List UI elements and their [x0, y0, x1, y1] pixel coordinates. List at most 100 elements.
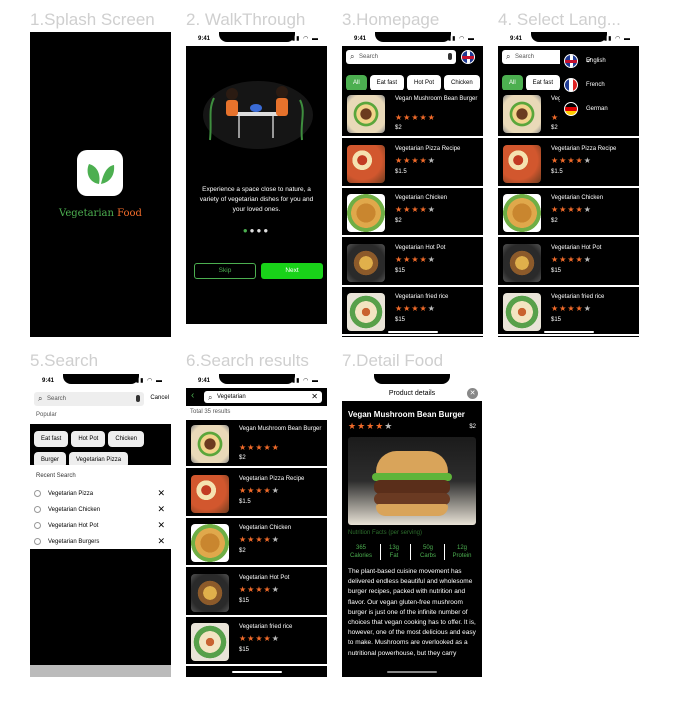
search-icon: ⌕ — [38, 394, 43, 403]
food-card[interactable]: Vegetarian Pizza Recipe ★★★★★ $1.5 — [498, 139, 639, 188]
chip-chicken[interactable]: Chicken — [444, 75, 480, 91]
search-input[interactable]: ⌕ Search — [346, 50, 456, 64]
food-price: $1.5 — [551, 168, 563, 175]
popular-chip[interactable]: Chicken — [108, 431, 145, 447]
close-icon[interactable]: ✕ — [157, 488, 165, 499]
uk-flag-icon — [564, 54, 578, 68]
rating-stars: ★★★★★ — [395, 113, 436, 122]
search-icon: ⌕ — [208, 393, 213, 402]
back-arrow-icon[interactable]: ‹ — [191, 390, 194, 401]
food-price: $15 — [239, 597, 250, 604]
rice-image — [347, 293, 385, 331]
chip-all[interactable]: All — [346, 75, 367, 91]
rating-stars: ★★★★★ — [239, 584, 280, 594]
search-input[interactable]: ⌕ Vegetarian ✕ — [204, 391, 322, 403]
nutrition-calories: 365 Calories — [349, 545, 372, 559]
clock-icon — [34, 490, 41, 497]
rating-stars: ★★★★★ — [551, 254, 592, 264]
chip-all[interactable]: All — [502, 75, 523, 91]
food-price: $1.5 — [395, 168, 407, 175]
product-details-header: Product details — [388, 390, 436, 397]
food-card[interactable]: Vegetarian fried rice ★★★★★ $15 — [498, 288, 639, 336]
label-walkthrough: 2. WalkThrough — [186, 10, 306, 29]
popular-chip[interactable]: Eat fast — [34, 431, 69, 447]
burger-image — [503, 95, 541, 133]
category-chips: All Eat fast Hot Pot Chicken — [346, 71, 483, 91]
rating-stars: ★★★★★ — [239, 634, 280, 643]
food-card[interactable]: Vegetarian Pizza Recipe ★★★★★ $1.5 — [342, 139, 483, 188]
food-title: Vegetarian Chicken — [239, 525, 292, 531]
skip-button[interactable]: Skip — [194, 263, 256, 279]
language-dropdown: English ✓ French German — [560, 46, 636, 120]
close-icon[interactable]: ✕ — [157, 536, 165, 547]
food-price: $15 — [395, 317, 406, 323]
language-option-french[interactable]: French — [564, 73, 632, 97]
close-icon[interactable]: ✕ — [467, 388, 478, 399]
recent-search-title: Recent Search — [36, 473, 76, 479]
food-card[interactable]: Vegetarian Chicken ★★★★★ $2 — [186, 519, 327, 567]
chip-hot-pot[interactable]: Hot Pot — [407, 75, 442, 91]
rating-stars: ★★★★★ — [239, 443, 280, 452]
food-price: $2 — [239, 548, 246, 554]
popular-chip[interactable]: Hot Pot — [71, 431, 106, 447]
next-button[interactable]: Next — [261, 263, 323, 279]
food-card[interactable]: Vegetarian Chicken ★★★★★ $2 — [342, 189, 483, 237]
recent-search-item[interactable]: Vegetarian Burgers ✕ — [34, 535, 167, 551]
walkthrough-text: Experience a space close to nature, a va… — [199, 186, 314, 213]
rating-stars: ★★★★★ — [395, 205, 436, 214]
label-search: 5.Search — [30, 351, 99, 370]
search-input[interactable]: ⌕ Search — [34, 392, 144, 406]
language-option-german[interactable]: German — [564, 97, 632, 121]
recent-search-item[interactable]: Vegetarian Pizza ✕ — [34, 487, 167, 503]
chip-eat-fast[interactable]: Eat fast — [525, 75, 561, 91]
dining-illustration — [203, 81, 313, 149]
close-icon[interactable]: ✕ — [157, 504, 165, 515]
chicken-image — [347, 194, 385, 232]
food-title: Vegetarian Pizza Recipe — [395, 145, 461, 152]
burger-image — [347, 95, 385, 133]
food-price: $2 — [239, 455, 246, 461]
rating-stars: ★★★★★ — [395, 155, 436, 165]
detail-rating: ★★★★★ — [348, 421, 394, 431]
food-title: Vegetarian Chicken — [551, 195, 604, 201]
rating-stars: ★★★★★ — [395, 304, 436, 313]
language-flag-button[interactable] — [461, 50, 475, 64]
language-option-english[interactable]: English ✓ — [564, 49, 632, 73]
rice-image — [191, 623, 229, 661]
recent-search-item[interactable]: Vegetarian Hot Pot ✕ — [34, 519, 167, 535]
food-card[interactable]: Vegan Mushroom Bean Burger ★★★★★ $2 — [186, 420, 327, 468]
food-card[interactable]: Vegetarian Pizza Recipe ★★★★★ $1.5 — [186, 469, 327, 518]
label-splash: 1.Splash Screen — [30, 10, 155, 29]
food-card[interactable]: Vegetarian Chicken ★★★★★ $2 — [498, 189, 639, 237]
food-card[interactable]: Vegetarian Hot Pot ★★★★★ $15 — [498, 238, 639, 287]
food-card[interactable]: Vegan Mushroom Bean Burger ★★★★★ $2 — [342, 90, 483, 138]
cancel-button[interactable]: Cancel — [150, 395, 169, 401]
leaf-icon — [87, 164, 115, 184]
food-price: $15 — [551, 267, 562, 274]
microphone-icon[interactable] — [136, 395, 140, 402]
brand-name: Vegetarian Food — [59, 208, 142, 219]
pizza-image — [347, 144, 385, 183]
close-icon[interactable]: ✕ — [157, 520, 165, 531]
chip-eat-fast[interactable]: Eat fast — [369, 75, 405, 91]
burger-image — [191, 425, 229, 463]
search-icon: ⌕ — [506, 52, 511, 61]
recent-search-item[interactable]: Vegetarian Chicken ✕ — [34, 503, 167, 519]
food-price: $15 — [239, 647, 250, 653]
food-title: Vegetarian fried rice — [551, 294, 605, 300]
nutrition-title: Nutrition Facts (per serving) — [348, 530, 423, 536]
food-card[interactable]: Vegetarian Hot Pot ★★★★★ $15 — [342, 238, 483, 287]
germany-flag-icon — [564, 102, 578, 116]
food-card[interactable]: Vegetarian Hot Pot ★★★★★ $15 — [186, 568, 327, 617]
clear-icon[interactable]: ✕ — [311, 392, 318, 401]
microphone-icon[interactable] — [448, 53, 452, 60]
detail-title: Vegan Mushroom Bean Burger — [348, 410, 465, 419]
popular-chips: Eat fast Hot Pot ChickenBurger Vegetarian P… — [34, 426, 164, 468]
rating-stars: ★★★★★ — [551, 304, 592, 313]
food-card[interactable]: Vegetarian fried rice ★★★★★ $15 — [186, 618, 327, 666]
food-price: $2 — [395, 218, 402, 224]
results-count: Total 35 results — [190, 409, 231, 415]
food-card[interactable]: Vegetarian fried rice ★★★★★ $15 — [342, 288, 483, 336]
hotpot-image — [347, 243, 385, 282]
food-price: $15 — [551, 317, 562, 323]
